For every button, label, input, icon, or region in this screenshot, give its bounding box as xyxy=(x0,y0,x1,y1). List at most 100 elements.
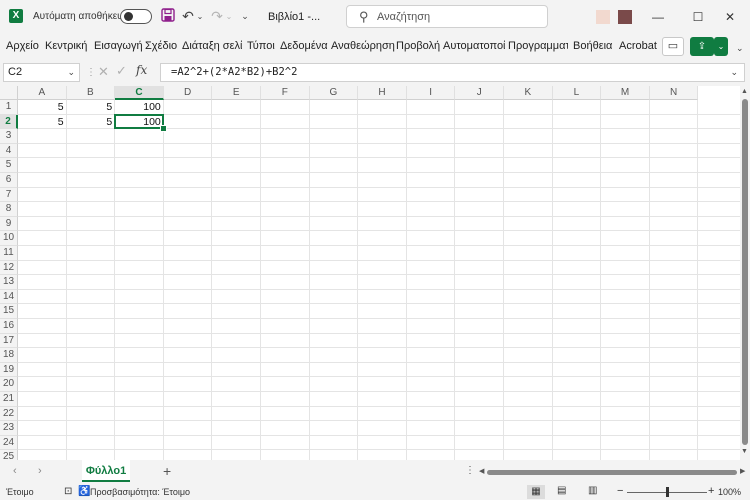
close-icon[interactable]: ✕ xyxy=(720,8,740,26)
zoom-in-icon[interactable]: + xyxy=(708,485,714,497)
row-header[interactable]: 24 xyxy=(0,435,18,451)
column-header[interactable]: B xyxy=(66,86,116,100)
name-box-dropdown-icon[interactable]: ⌄ xyxy=(67,67,75,78)
row-header[interactable]: 5 xyxy=(0,158,18,173)
tab-draw[interactable]: Σχέδιο xyxy=(145,40,177,52)
enter-check-icon[interactable]: ✓ xyxy=(116,63,127,79)
row-header[interactable]: 2 xyxy=(0,114,18,130)
zoom-level[interactable]: 100% xyxy=(718,487,741,497)
page-break-view-icon[interactable]: ▥ xyxy=(588,485,597,496)
row-header[interactable]: 19 xyxy=(0,362,18,378)
tab-data[interactable]: Δεδομένα xyxy=(280,40,328,52)
sheet-prev-icon[interactable]: ‹ xyxy=(13,465,17,477)
column-header[interactable]: E xyxy=(212,86,261,100)
cell-b1[interactable]: 5 xyxy=(67,100,116,114)
sheet-next-icon[interactable]: › xyxy=(38,465,42,477)
column-header[interactable]: M xyxy=(601,86,650,100)
cell-a1[interactable]: 5 xyxy=(18,100,67,114)
row-header[interactable]: 9 xyxy=(0,216,18,232)
redo-icon[interactable]: ↷ xyxy=(210,8,224,25)
scroll-right-icon[interactable]: ▶ xyxy=(740,467,745,475)
scroll-left-icon[interactable]: ◀ xyxy=(479,467,484,475)
minimize-icon[interactable]: — xyxy=(648,8,668,26)
cell-a2[interactable]: 5 xyxy=(18,115,67,129)
worksheet-grid[interactable]: ABCDEFGHIJKLMN 1 2 3 4 5 6 7 8 9 10 11 12 13 14 15 16 17… xyxy=(0,86,740,465)
column-header[interactable]: J xyxy=(455,86,504,100)
share-icon[interactable]: ⇪ xyxy=(690,37,714,56)
row-header[interactable]: 14 xyxy=(0,289,18,305)
row-header[interactable]: 1 xyxy=(0,100,18,115)
row-header[interactable]: 15 xyxy=(0,304,18,319)
row-header[interactable]: 8 xyxy=(0,202,18,217)
tab-page-layout[interactable]: Διάταξη σελίδ xyxy=(182,40,242,52)
row-header[interactable]: 16 xyxy=(0,319,18,334)
normal-view-icon[interactable]: ▦ xyxy=(527,485,545,499)
tab-file[interactable]: Αρχείο xyxy=(6,40,39,52)
share-dropdown-icon[interactable]: ⌄ xyxy=(714,37,728,56)
tab-help[interactable]: Βοήθεια xyxy=(573,40,612,52)
cell-b2[interactable]: 5 xyxy=(67,115,116,129)
save-icon[interactable] xyxy=(160,8,176,25)
row-header[interactable]: 23 xyxy=(0,421,18,436)
ribbon-expand-icon[interactable]: ⌄ xyxy=(736,43,744,54)
column-header[interactable]: A xyxy=(18,86,67,100)
undo-dropdown-icon[interactable]: ⌄ xyxy=(196,8,204,25)
search-box[interactable]: ⚲ Αναζήτηση xyxy=(346,5,548,28)
row-header[interactable]: 18 xyxy=(0,348,18,363)
comments-icon[interactable]: ▭ xyxy=(662,37,684,56)
select-all-corner[interactable] xyxy=(0,86,18,100)
vertical-scrollbar[interactable]: ▲ ▼ xyxy=(740,86,750,460)
more-options-icon[interactable]: ⋮ xyxy=(465,465,475,476)
customize-qat-icon[interactable]: ⌄ xyxy=(240,8,250,25)
autosave-toggle[interactable] xyxy=(120,9,152,24)
column-header[interactable]: I xyxy=(406,86,456,100)
column-header[interactable]: G xyxy=(309,86,359,100)
active-cell-border[interactable] xyxy=(114,113,164,130)
document-title[interactable]: Βιβλίο1 -... xyxy=(268,11,320,23)
formula-input[interactable]: =A2^2+(2*A2*B2)+B2^2 ⌄ xyxy=(160,63,745,82)
accessibility-icon[interactable]: ♿ xyxy=(78,486,90,497)
row-header[interactable]: 12 xyxy=(0,260,18,276)
row-header[interactable]: 3 xyxy=(0,129,18,144)
horizontal-scroll-thumb[interactable] xyxy=(487,470,737,475)
avatar[interactable] xyxy=(596,10,638,24)
accessibility-status[interactable]: Προσβασιμότητα: Έτοιμο xyxy=(90,487,190,497)
maximize-icon[interactable]: ☐ xyxy=(688,8,708,26)
column-header[interactable]: H xyxy=(358,86,407,100)
tab-review[interactable]: Αναθεώρηση xyxy=(331,40,395,52)
redo-dropdown-icon[interactable]: ⌄ xyxy=(225,8,233,25)
row-header[interactable]: 13 xyxy=(0,275,18,290)
tab-insert[interactable]: Εισαγωγή xyxy=(94,40,143,52)
insert-function-icon[interactable]: fx xyxy=(136,63,147,77)
tab-view[interactable]: Προβολή xyxy=(396,40,440,52)
vertical-scroll-thumb[interactable] xyxy=(742,99,748,445)
tab-home[interactable]: Κεντρική xyxy=(45,40,87,52)
cancel-icon[interactable]: ✕ xyxy=(98,64,109,80)
zoom-out-icon[interactable]: − xyxy=(617,485,623,497)
page-layout-view-icon[interactable]: ▤ xyxy=(557,485,566,496)
row-header[interactable]: 6 xyxy=(0,173,18,188)
column-header[interactable]: N xyxy=(649,86,699,100)
row-header[interactable]: 21 xyxy=(0,392,18,407)
row-header[interactable]: 10 xyxy=(0,231,18,246)
column-header[interactable]: C xyxy=(115,86,164,100)
row-header[interactable]: 20 xyxy=(0,377,18,392)
fill-handle[interactable] xyxy=(159,125,167,133)
tab-developer[interactable]: Προγραμματ xyxy=(508,40,568,52)
scroll-up-icon[interactable]: ▲ xyxy=(741,88,748,95)
scroll-down-icon[interactable]: ▼ xyxy=(741,448,748,455)
cell-c1[interactable]: 100 xyxy=(115,100,164,114)
row-header[interactable]: 11 xyxy=(0,246,18,261)
name-box[interactable]: C2 ⌄ xyxy=(3,63,80,82)
row-header[interactable]: 4 xyxy=(0,143,18,159)
horizontal-scrollbar[interactable]: ⋮ ◀ ▶ xyxy=(465,465,748,478)
sheet-tab[interactable]: Φύλλο1 xyxy=(82,460,130,482)
formula-expand-icon[interactable]: ⌄ xyxy=(730,67,738,78)
tab-formulas[interactable]: Τύποι xyxy=(247,40,275,52)
tab-automate[interactable]: Αυτοματοποί xyxy=(443,40,505,52)
column-header[interactable]: L xyxy=(552,86,602,100)
column-header[interactable]: F xyxy=(261,86,310,100)
column-header[interactable]: D xyxy=(163,86,213,100)
row-header[interactable]: 7 xyxy=(0,187,18,203)
row-header[interactable]: 17 xyxy=(0,333,18,349)
